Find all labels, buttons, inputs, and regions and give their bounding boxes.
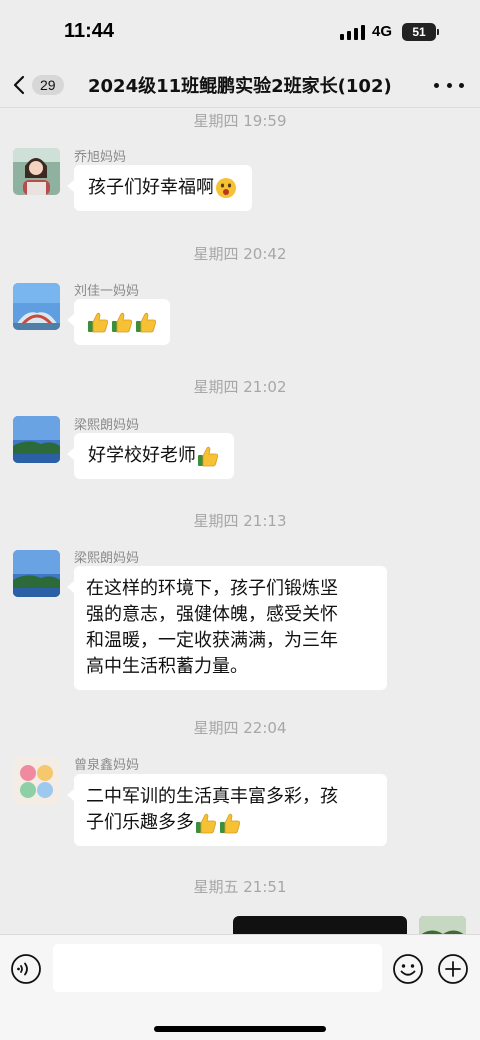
avatar[interactable] bbox=[13, 758, 60, 805]
message-bubble[interactable]: 好学校好老师 bbox=[67, 433, 234, 479]
message-bubble[interactable] bbox=[67, 299, 170, 345]
more-dot bbox=[446, 82, 452, 88]
sender-name: 刘佳一妈妈 bbox=[74, 284, 140, 299]
self-avatar[interactable] bbox=[419, 916, 466, 934]
sender-name: 曾泉鑫妈妈 bbox=[74, 758, 140, 773]
emoji-face-icon bbox=[393, 954, 423, 984]
surprised-face-emoji bbox=[215, 177, 237, 199]
more-dot bbox=[459, 82, 464, 88]
voice-button[interactable] bbox=[10, 953, 42, 985]
sender-name: 梁熙朗妈妈 bbox=[74, 418, 140, 433]
message-list[interactable]: 星期四 19:59 乔旭妈妈 孩子们好幸福啊 星期四 20:42 刘佳一妈妈 星… bbox=[0, 108, 480, 934]
sender-name: 梁熙朗妈妈 bbox=[74, 551, 140, 566]
message-text-line: 强的意志，强健体魄，感受关怀 bbox=[86, 604, 338, 625]
avatar[interactable] bbox=[13, 550, 60, 597]
message-text-line: 二中军训的生活真丰富多彩，孩 bbox=[86, 786, 338, 807]
message-bubble[interactable]: 孩子们好幸福啊 bbox=[67, 165, 252, 211]
message-input[interactable] bbox=[53, 944, 382, 992]
status-bar: 11:44 4G 51 bbox=[0, 0, 480, 62]
battery-icon: 51 bbox=[402, 23, 439, 41]
message-bubble[interactable]: 二中军训的生活真丰富多彩，孩 子们乐趣多多 bbox=[67, 774, 387, 846]
message-text-line: 和温暖，一定收获满满，为三年 bbox=[86, 630, 338, 651]
timestamp: 星期四 22:04 bbox=[193, 719, 287, 737]
message-text-line-with-emoji: 子们乐趣多多 bbox=[86, 810, 375, 836]
more-dots-icon bbox=[434, 82, 439, 88]
more-button[interactable] bbox=[434, 74, 464, 96]
message-bubble[interactable]: 在这样的环境下，孩子们锻炼坚 强的意志，强健体魄，感受关怀 和温暖，一定收获满满… bbox=[67, 566, 387, 690]
input-bar bbox=[0, 934, 480, 1040]
avatar[interactable] bbox=[13, 148, 60, 195]
unread-count-badge: 29 bbox=[32, 75, 64, 95]
timestamp: 星期五 21:51 bbox=[193, 878, 287, 896]
battery-level: 51 bbox=[412, 25, 426, 39]
thumbs-up-emoji bbox=[197, 445, 219, 467]
thumbs-up-emoji bbox=[195, 812, 217, 834]
emoji-button[interactable] bbox=[392, 953, 424, 985]
voice-icon bbox=[11, 954, 41, 984]
timestamp: 星期四 20:42 bbox=[193, 245, 287, 263]
message-text: 好学校好老师 bbox=[88, 445, 196, 466]
chevron-left-icon bbox=[13, 75, 25, 95]
chat-header: 29 2024级11班鲲鹏实验2班家长(102) bbox=[0, 62, 480, 108]
message-text: 孩子们好幸福啊 bbox=[88, 177, 214, 198]
timestamp: 星期四 21:13 bbox=[193, 512, 287, 530]
plus-button[interactable] bbox=[437, 953, 469, 985]
message-text-line: 子们乐趣多多 bbox=[86, 812, 194, 833]
thumbs-up-emoji bbox=[87, 311, 109, 333]
thumbs-up-emoji bbox=[219, 812, 241, 834]
network-type: 4G bbox=[372, 23, 393, 40]
outgoing-message-bubble[interactable] bbox=[233, 916, 407, 934]
timestamp: 星期四 19:59 bbox=[193, 112, 287, 130]
signal-icon bbox=[340, 24, 366, 40]
chat-title: 2024级11班鲲鹏实验2班家长(102) bbox=[88, 76, 392, 97]
status-time: 11:44 bbox=[64, 20, 115, 42]
avatar[interactable] bbox=[13, 283, 60, 330]
plus-icon bbox=[438, 954, 468, 984]
timestamp: 星期四 21:02 bbox=[193, 378, 287, 396]
sender-name: 乔旭妈妈 bbox=[74, 150, 127, 165]
thumbs-up-emoji bbox=[111, 311, 133, 333]
back-button[interactable]: 29 bbox=[12, 70, 72, 100]
home-indicator bbox=[154, 1026, 326, 1032]
thumbs-up-emoji bbox=[135, 311, 157, 333]
avatar[interactable] bbox=[13, 416, 60, 463]
message-text-line: 高中生活积蓄力量。 bbox=[86, 656, 248, 677]
message-text-line: 在这样的环境下，孩子们锻炼坚 bbox=[86, 578, 338, 599]
